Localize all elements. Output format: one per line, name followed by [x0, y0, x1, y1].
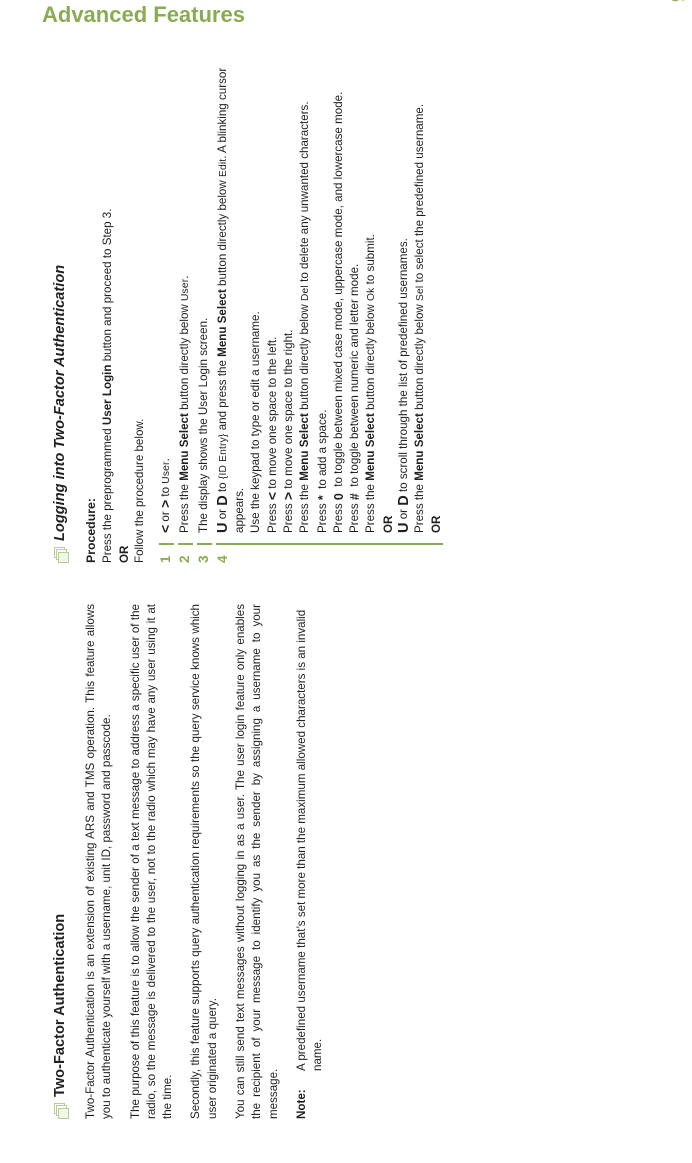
step-item-1: 1 < or > to User. [156, 48, 175, 563]
step-body: Press the Menu Select button directly be… [178, 275, 192, 533]
step-4-line-9: Press the Menu Select button directly be… [364, 234, 378, 533]
left-column: Two-Factor Authentication Two-Factor Aut… [52, 604, 337, 1119]
section-heading-two-factor-authentication: Two-Factor Authentication [52, 604, 69, 1119]
up-key-icon: U [395, 522, 412, 533]
up-key-icon: U [214, 522, 231, 533]
step-4-line-7: Press 0 to toggle between mixed case mod… [331, 91, 346, 533]
step-item-4: 4 U or D to {ID Entry} and press the Men… [215, 48, 445, 563]
section-heading-logging-in: Logging into Two-Factor Authentication [52, 48, 69, 563]
left-arrow-key-icon: < [156, 524, 173, 533]
step-4-line-4: Press > to move one space to the right. [279, 329, 296, 533]
note-text: A predefined username that’s set more th… [294, 609, 325, 1071]
step-body: The display shows the User Login screen. [196, 48, 212, 533]
menu-select-button-label: Menu Select [215, 289, 229, 357]
screen-label-user: User [160, 461, 172, 484]
paragraph-query-auth: Secondly, this feature supports query au… [189, 604, 219, 1119]
procedure-steps-list: 1 < or > to User. 2 Press the Menu Selec… [156, 48, 445, 563]
layered-pages-icon [54, 1103, 69, 1119]
rotated-page-canvas: Two-Factor Authentication Two-Factor Aut… [0, 0, 692, 1163]
step-rule [215, 543, 444, 545]
step-body: U or D to {ID Entry} and press the Menu … [215, 48, 445, 533]
step-item-3: 3 The display shows the User Login scree… [196, 48, 212, 563]
page-content: Two-Factor Authentication Two-Factor Aut… [0, 0, 692, 1163]
step-4-line-3: Press < to move one space to the left. [263, 336, 280, 533]
intro-text-lead: Press the preprogrammed [101, 425, 115, 563]
hash-key-icon: # [348, 493, 363, 501]
procedure-follow-line: Follow the procedure below. [132, 418, 146, 563]
right-arrow-key-icon: > [156, 499, 173, 509]
screen-label-ok: Ok [366, 287, 378, 301]
note-label: Note: [294, 1089, 308, 1119]
right-column: Logging into Two-Factor Authentication P… [52, 48, 446, 563]
screen-label-sel: Sel [415, 285, 427, 301]
or-label-intro: OR [117, 545, 131, 563]
step-4-line-5: Press the Menu Select button directly be… [298, 101, 312, 533]
screen-label-del: Del [300, 285, 312, 301]
section-heading-label: Two-Factor Authentication [52, 913, 68, 1097]
paragraph-purpose: The purpose of this feature is to allow … [128, 604, 175, 1119]
down-key-icon: D [395, 495, 412, 506]
menu-select-button-label: Menu Select [364, 413, 378, 481]
step-body: < or > to User. [156, 458, 173, 533]
screen-label-edit: Edit [217, 158, 229, 178]
menu-select-button-label: Menu Select [178, 413, 192, 481]
section-heading-label: Logging into Two-Factor Authentication [52, 264, 68, 541]
star-key-icon: * [315, 495, 330, 501]
step-rule [197, 543, 212, 545]
screen-label-user: User [180, 278, 192, 301]
intro-text-tail: button and proceed to Step 3. [101, 208, 115, 365]
menu-select-button-label: Menu Select [413, 413, 427, 481]
procedure-intro-line: Press the preprogrammed User Login butto… [100, 48, 116, 563]
step-4-line-6: Press * to add a space. [315, 409, 330, 533]
step-number: 1 [157, 555, 173, 563]
down-key-icon: D [214, 495, 231, 506]
paragraph-text-messages: You can still send text messages without… [234, 604, 280, 1119]
menu-select-button-label: Menu Select [298, 413, 312, 481]
step-rule [178, 543, 194, 545]
step-4-line-10: U or D to scroll through the list of pre… [395, 238, 412, 533]
paragraph-overview: Two-Factor Authentication is an extensio… [84, 604, 114, 1119]
step-4-line-1: U or D to {ID Entry} and press the Menu … [214, 67, 247, 533]
step-rule [158, 543, 175, 545]
note-block: Note: A predefined username that’s set m… [294, 604, 327, 1119]
left-arrow-key-icon: < [263, 491, 280, 501]
or-label-step4-second: OR [430, 515, 444, 533]
zero-key-icon: 0 [331, 493, 346, 501]
step-number: 2 [177, 555, 193, 563]
or-label-step4-first: OR [381, 515, 395, 533]
procedure-label: Procedure: [84, 498, 98, 563]
layered-pages-icon [54, 547, 69, 563]
step-number: 4 [214, 555, 230, 563]
step-item-2: 2 Press the Menu Select button directly … [177, 48, 194, 563]
step-4-line-11: Press the Menu Select button directly be… [413, 103, 427, 533]
step-4-line-8: Press # to toggle between numeric and le… [348, 263, 363, 533]
step-number: 3 [196, 555, 212, 563]
step-4-line-2: Use the keypad to type or edit a usernam… [249, 311, 263, 533]
user-login-button-label: User Login [101, 364, 115, 426]
step-3-text: The display shows the User Login screen. [197, 317, 211, 533]
right-arrow-key-icon: > [279, 491, 296, 501]
screen-label-id-entry: {ID Entry} [217, 433, 229, 480]
